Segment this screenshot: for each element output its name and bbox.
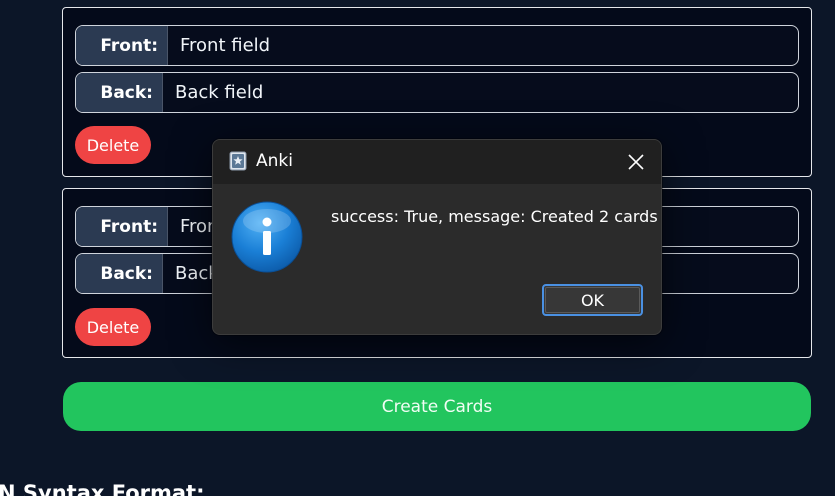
back-input[interactable]: Back field xyxy=(163,73,798,112)
message-dialog: Anki success: True, message: Created 2 c… xyxy=(212,139,662,335)
section-heading: N Syntax Format: xyxy=(0,481,205,496)
front-field-row: Front: Front field xyxy=(75,25,799,66)
close-icon[interactable] xyxy=(627,153,645,171)
info-icon xyxy=(231,201,303,273)
delete-button[interactable]: Delete xyxy=(75,126,151,164)
dialog-title: Anki xyxy=(256,151,293,171)
delete-button[interactable]: Delete xyxy=(75,308,151,346)
back-field-row: Back: Back field xyxy=(75,72,799,113)
front-label: Front: xyxy=(76,26,168,65)
anki-app-icon xyxy=(229,151,247,171)
back-label: Back: xyxy=(76,254,163,293)
dialog-titlebar[interactable]: Anki xyxy=(213,140,661,184)
dialog-message: success: True, message: Created 2 cards xyxy=(331,207,658,226)
front-label: Front: xyxy=(76,207,168,246)
back-label: Back: xyxy=(76,73,163,112)
front-input[interactable]: Front field xyxy=(168,26,798,65)
create-cards-button[interactable]: Create Cards xyxy=(63,382,811,431)
ok-button[interactable]: OK xyxy=(542,284,643,316)
